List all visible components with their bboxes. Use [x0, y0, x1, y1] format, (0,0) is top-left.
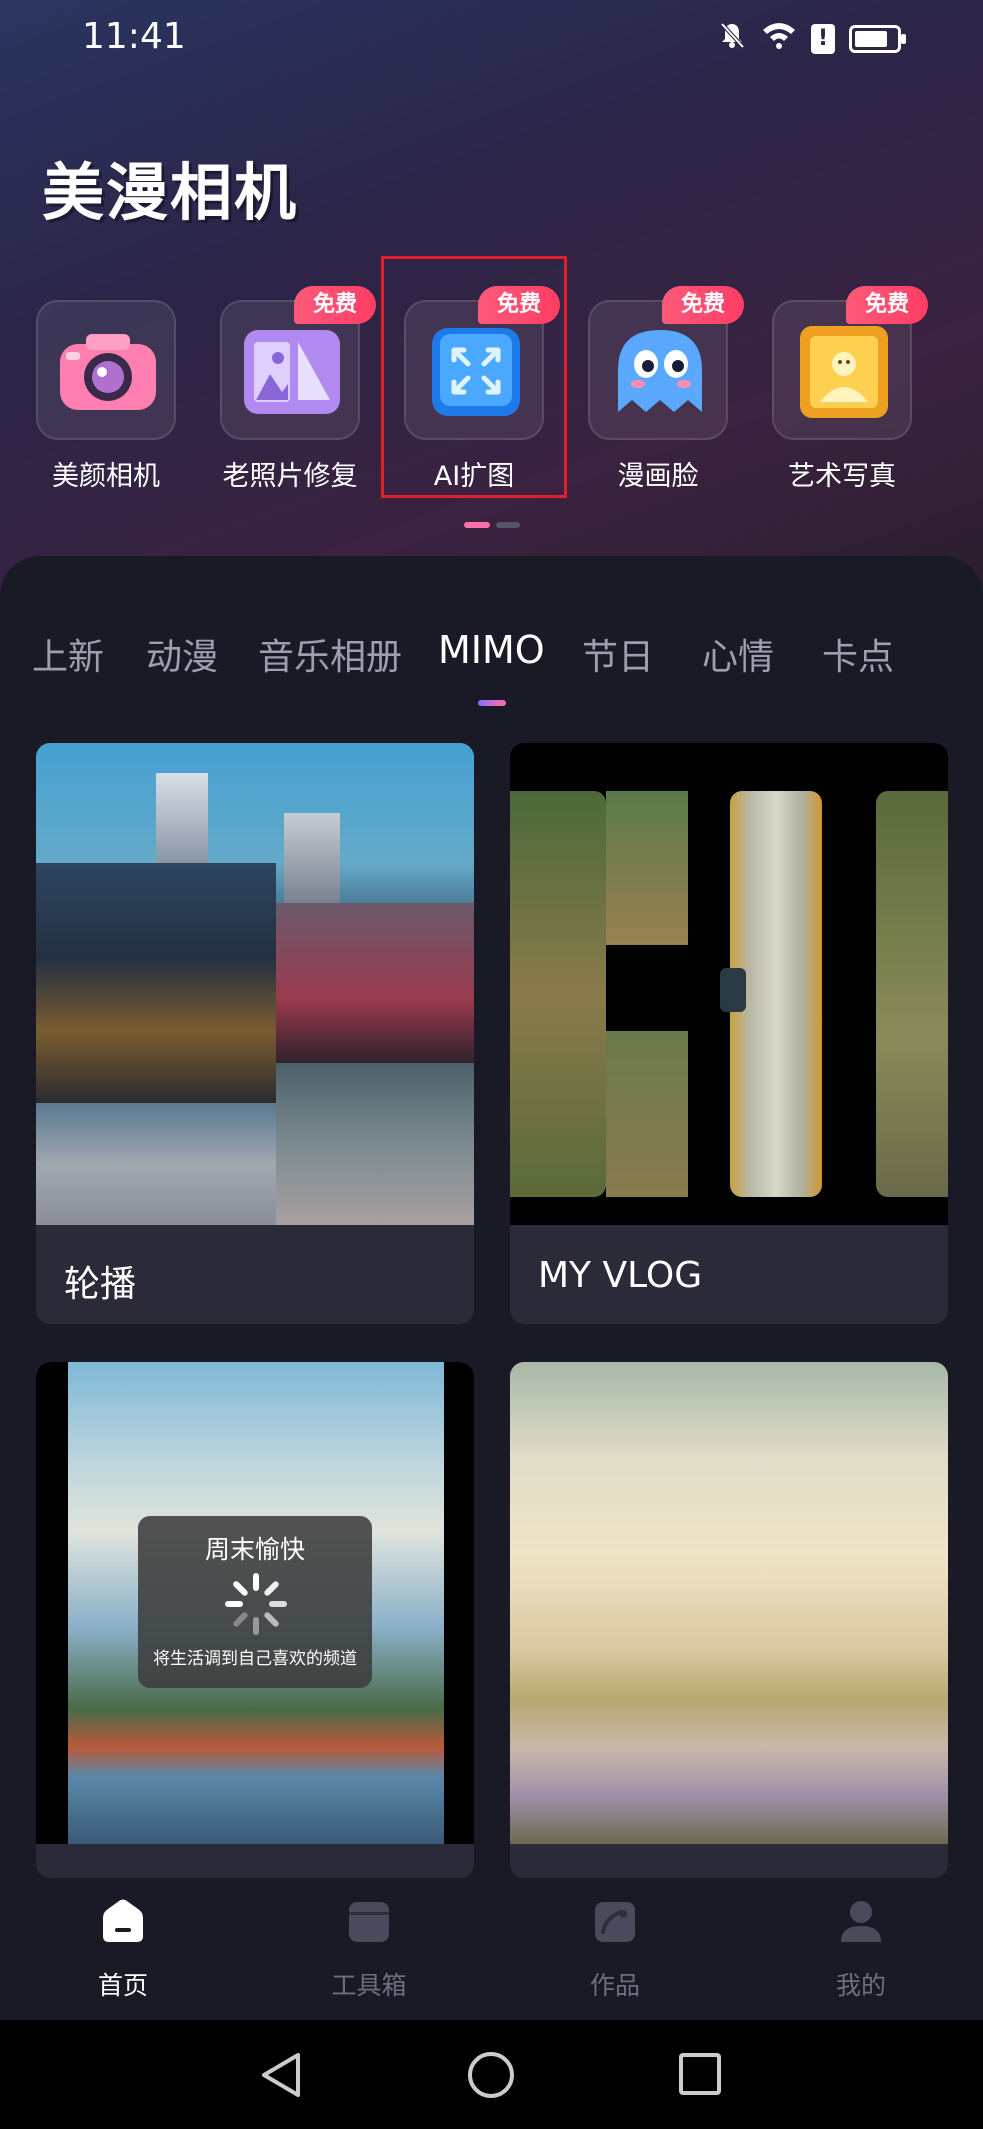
tab-new[interactable]: 上新 — [32, 628, 104, 680]
template-thumbnail — [510, 743, 948, 1225]
template-title: MY VLOG — [538, 1255, 703, 1296]
template-card-field[interactable] — [510, 1362, 948, 1878]
nav-label: 我的 — [835, 1971, 886, 2000]
status-bar: 11:41 ! — [0, 0, 983, 80]
template-thumbnail — [510, 1362, 948, 1844]
app-title: 美漫相机 — [42, 156, 299, 229]
feature-old-photo-restore[interactable]: 免费 老照片修复 — [184, 286, 376, 500]
loading-subtitle: 将生活调到自己喜欢的频道 — [153, 1649, 357, 1669]
category-tabs: 上新 动漫 音乐相册 MIMO 节日 心情 卡点 — [0, 628, 983, 688]
free-badge: 免费 — [846, 286, 928, 324]
feature-beauty-camera[interactable]: 美颜相机 — [0, 300, 184, 500]
home-circle-icon[interactable] — [466, 2050, 516, 2100]
nav-works[interactable]: 作品 — [492, 1878, 738, 2020]
system-nav-bar — [0, 2020, 983, 2129]
template-card-my-vlog[interactable]: MY VLOG — [510, 743, 948, 1324]
bridge-photo-tile — [276, 903, 474, 1063]
forest-strip — [510, 791, 606, 1197]
mute-bell-icon — [717, 20, 747, 58]
pager-dot-active — [464, 522, 490, 528]
nav-label: 工具箱 — [331, 1971, 407, 2000]
template-card-carousel[interactable]: 轮播 — [36, 743, 474, 1324]
nav-label: 作品 — [589, 1971, 640, 2000]
forest-strip — [606, 791, 688, 945]
feature-comic-face[interactable]: 免费 漫画脸 — [552, 286, 744, 500]
building-shape — [284, 813, 340, 913]
tab-mood[interactable]: 心情 — [702, 628, 774, 680]
works-icon — [595, 1902, 635, 1942]
tab-indicator — [478, 700, 506, 706]
camera-icon — [60, 334, 156, 410]
street-photo-tile — [276, 1063, 474, 1225]
city-photo-tile — [36, 863, 276, 1103]
home-icon — [103, 1899, 143, 1942]
loading-spinner-icon — [225, 1573, 287, 1635]
wifi-icon — [761, 20, 797, 58]
bottom-nav: 首页 工具箱 作品 我的 — [0, 1878, 983, 2020]
nav-label: 首页 — [97, 1971, 148, 2000]
plaza-photo-tile — [36, 1103, 276, 1225]
car-shape — [720, 968, 746, 1012]
feature-tile[interactable]: 免费 — [588, 286, 744, 440]
status-icons: ! — [717, 20, 906, 58]
nav-profile[interactable]: 我的 — [738, 1878, 983, 2020]
free-badge: 免费 — [662, 286, 744, 324]
tab-anime[interactable]: 动漫 — [146, 628, 218, 680]
toolbox-icon — [349, 1902, 389, 1942]
feature-label: 漫画脸 — [617, 461, 699, 492]
profile-icon — [841, 1901, 881, 1942]
free-badge: 免费 — [294, 286, 376, 324]
loading-title: 周末愉快 — [204, 1535, 305, 1564]
tab-mimo[interactable]: MIMO — [438, 628, 545, 672]
forest-strip — [606, 1031, 688, 1197]
feature-tile[interactable]: 免费 — [772, 286, 928, 440]
pager-dot — [496, 522, 520, 528]
nav-toolbox[interactable]: 工具箱 — [246, 1878, 492, 2020]
tab-beat[interactable]: 卡点 — [822, 628, 894, 680]
highlight-box — [381, 256, 567, 498]
feature-label: 老照片修复 — [222, 461, 358, 492]
back-icon[interactable] — [258, 2050, 304, 2100]
feature-tile[interactable] — [36, 300, 176, 440]
feature-label: 美颜相机 — [52, 461, 160, 492]
template-title: 轮播 — [64, 1264, 137, 1305]
nav-home[interactable]: 首页 — [0, 1878, 246, 2020]
forest-strip — [876, 791, 948, 1197]
building-shape — [156, 773, 208, 863]
feature-pager — [464, 522, 520, 528]
loading-popup: 周末愉快 将生活调到自己喜欢的频道 — [138, 1516, 372, 1688]
feature-label: 艺术写真 — [788, 461, 896, 492]
status-time: 11:41 — [82, 16, 186, 57]
battery-icon — [849, 25, 906, 53]
recents-icon[interactable] — [678, 2052, 722, 2096]
alert-icon: ! — [811, 24, 835, 54]
feature-tile[interactable]: 免费 — [220, 286, 376, 440]
feature-art-portrait[interactable]: 免费 艺术写真 — [736, 286, 928, 500]
tab-festival[interactable]: 节日 — [582, 628, 654, 680]
tab-music-album[interactable]: 音乐相册 — [258, 628, 402, 680]
template-thumbnail — [36, 743, 474, 1225]
